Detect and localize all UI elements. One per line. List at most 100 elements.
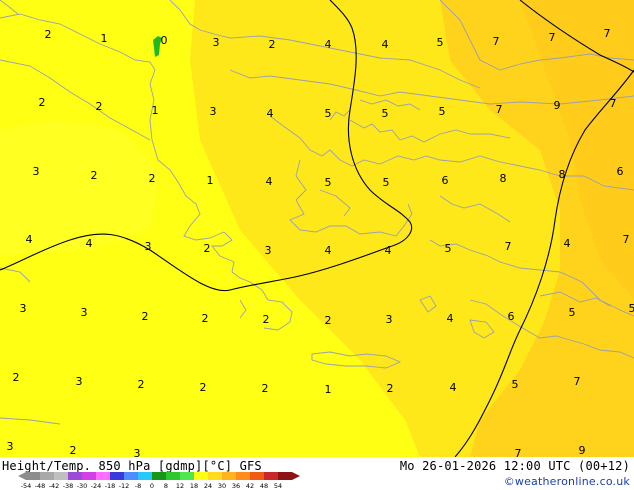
map-value-label: 7 <box>574 375 581 388</box>
map-value-label: 1 <box>152 104 159 117</box>
map-value-label: 4 <box>325 38 332 51</box>
map-value-label: 6 <box>442 174 449 187</box>
map-value-label: 2 <box>325 314 332 327</box>
map-value-label: 5 <box>569 306 576 319</box>
map-value-label: 5 <box>629 302 634 315</box>
legend-tick-label: -24 <box>91 482 102 490</box>
map-value-label: 6 <box>617 165 624 178</box>
legend-swatch <box>26 472 40 480</box>
map-value-label: 0 <box>161 34 168 47</box>
map-value-label: 3 <box>20 302 27 315</box>
color-legend: -54 -48 -42 -38 -30 -24 -18 -12 -8 0 8 12 18 24 30 36 42… <box>18 472 300 490</box>
map-value-label: 2 <box>138 378 145 391</box>
legend-tick-label: 8 <box>164 482 168 490</box>
map-value-label: 4 <box>447 312 454 325</box>
map-value-label: 5 <box>382 107 389 120</box>
legend-tick-label: 30 <box>218 482 226 490</box>
map-value-label: 5 <box>439 105 446 118</box>
legend-swatch <box>54 472 68 480</box>
map-value-label: 7 <box>604 27 611 40</box>
footer-bar: Height/Temp. 850 hPa [gdmp][°C] GFS Mo 2… <box>0 457 634 490</box>
weather-map: 2 1 0 3 2 4 4 5 7 7 7 2 2 1 3 4 5 5 5 7 9 7 3 2 2 1 4 5 5 6 8 8 6 4 4 3 2 3 4 4… <box>0 0 634 457</box>
map-value-label: 2 <box>202 312 209 325</box>
map-value-label: 2 <box>200 381 207 394</box>
map-value-label: 4 <box>450 381 457 394</box>
legend-tick-label: -42 <box>49 482 60 490</box>
map-value-label: 2 <box>45 28 52 41</box>
legend-tick-label: 48 <box>260 482 268 490</box>
legend-tick-label: -18 <box>105 482 116 490</box>
map-value-label: 5 <box>383 176 390 189</box>
map-value-label: 3 <box>386 313 393 326</box>
legend-swatch <box>264 472 278 480</box>
map-value-label: 5 <box>445 242 452 255</box>
map-value-label: 2 <box>70 444 77 457</box>
map-value-label: 2 <box>91 169 98 182</box>
legend-swatch <box>180 472 194 480</box>
map-value-label: 7 <box>493 35 500 48</box>
legend-tick-label: -48 <box>35 482 46 490</box>
map-value-label: 8 <box>500 172 507 185</box>
legend-tick-label: 18 <box>190 482 198 490</box>
map-value-label: 3 <box>76 375 83 388</box>
map-value-label: 4 <box>266 175 273 188</box>
map-value-label: 4 <box>564 237 571 250</box>
legend-swatch <box>152 472 166 480</box>
map-value-label: 2 <box>263 313 270 326</box>
legend-tick-label: -8 <box>135 482 141 490</box>
legend-swatch <box>208 472 222 480</box>
map-value-label: 3 <box>134 447 141 457</box>
map-value-label: 4 <box>385 244 392 257</box>
legend-swatch <box>236 472 250 480</box>
map-value-label: 2 <box>39 96 46 109</box>
map-value-label: 4 <box>26 233 33 246</box>
map-value-label: 7 <box>515 447 522 457</box>
legend-tick-label: 36 <box>232 482 240 490</box>
legend-tick-label: -38 <box>63 482 74 490</box>
legend-swatch <box>250 472 264 480</box>
legend-swatch <box>166 472 180 480</box>
map-value-label: 2 <box>13 371 20 384</box>
legend-arrow-right <box>292 472 300 480</box>
map-value-label: 3 <box>145 240 152 253</box>
map-value-label: 5 <box>325 107 332 120</box>
legend-tick-label: 0 <box>150 482 154 490</box>
legend-tick-label: -30 <box>77 482 88 490</box>
legend-swatch <box>82 472 96 480</box>
map-value-label: 9 <box>579 444 586 457</box>
map-value-label: 2 <box>149 172 156 185</box>
map-value-label: 2 <box>204 242 211 255</box>
map-value-label: 7 <box>505 240 512 253</box>
map-value-label: 4 <box>267 107 274 120</box>
legend-tick-label: 12 <box>176 482 184 490</box>
map-title: Height/Temp. 850 hPa [gdmp][°C] GFS <box>2 459 262 473</box>
legend-swatch <box>194 472 208 480</box>
map-value-label: 7 <box>496 103 503 116</box>
legend-swatch <box>222 472 236 480</box>
credit-link[interactable]: ©weatheronline.co.uk <box>504 475 630 488</box>
map-value-label: 5 <box>512 378 519 391</box>
map-value-label: 6 <box>508 310 515 323</box>
legend-tick-label: 54 <box>274 482 282 490</box>
legend-tick-label: 24 <box>204 482 212 490</box>
legend-swatch <box>138 472 152 480</box>
map-value-label: 4 <box>325 244 332 257</box>
map-value-label: 1 <box>101 32 108 45</box>
map-value-label: 1 <box>207 174 214 187</box>
map-value-label: 7 <box>623 233 630 246</box>
map-value-label: 2 <box>262 382 269 395</box>
map-value-label: 5 <box>437 36 444 49</box>
legend-swatch <box>278 472 292 480</box>
map-value-label: 3 <box>7 440 14 453</box>
map-value-label: 2 <box>387 382 394 395</box>
map-value-label: 2 <box>269 38 276 51</box>
map-value-label: 8 <box>559 168 566 181</box>
legend-swatch <box>40 472 54 480</box>
map-value-label: 3 <box>213 36 220 49</box>
map-value-label: 4 <box>382 38 389 51</box>
map-canvas: 2 1 0 3 2 4 4 5 7 7 7 2 2 1 3 4 5 5 5 7 9 7 3 2 2 1 4 5 5 6 8 8 6 4 4 3 2 3 4 4… <box>0 0 634 457</box>
map-value-label: 3 <box>265 244 272 257</box>
map-value-label: 2 <box>142 310 149 323</box>
legend-swatch <box>124 472 138 480</box>
map-value-label: 5 <box>325 176 332 189</box>
